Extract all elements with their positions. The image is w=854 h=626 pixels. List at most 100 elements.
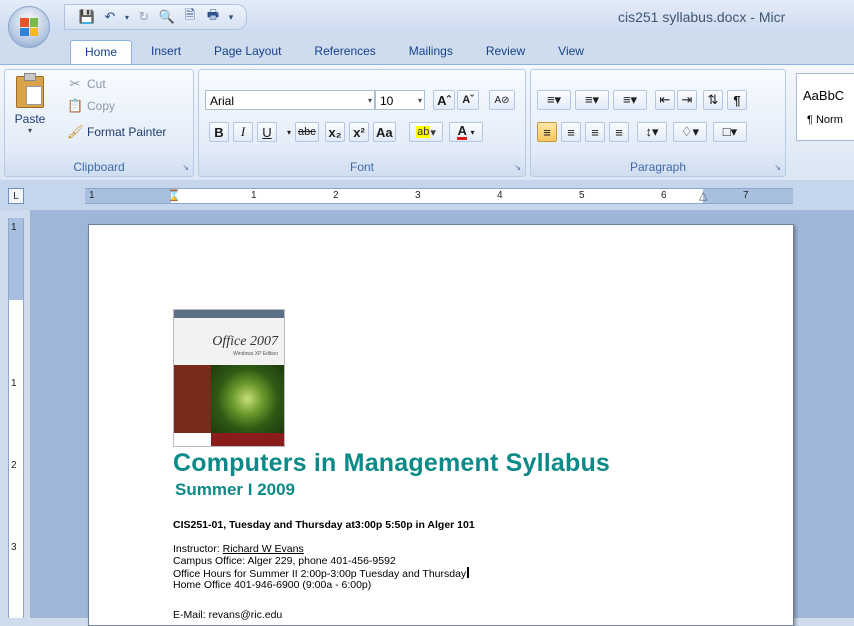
- decrease-indent-icon[interactable]: ⇤: [655, 90, 675, 110]
- paste-dropdown-icon[interactable]: ▾: [11, 126, 49, 135]
- clipboard-launcher-icon[interactable]: ↘: [182, 163, 189, 172]
- office-logo-icon: [20, 18, 38, 36]
- cut-label: Cut: [87, 77, 106, 91]
- align-left-icon[interactable]: ≡: [537, 122, 557, 142]
- shading-icon[interactable]: ♢▾: [673, 122, 707, 142]
- tab-view[interactable]: View: [544, 40, 598, 64]
- redo-icon[interactable]: ↻: [134, 7, 154, 27]
- tab-review[interactable]: Review: [472, 40, 539, 64]
- strikethrough-icon[interactable]: abc: [295, 122, 319, 142]
- format-painter-button[interactable]: 🖌 Format Painter: [67, 124, 166, 140]
- tab-home[interactable]: Home: [70, 40, 133, 65]
- clipboard-group-label: Clipboard: [73, 160, 125, 174]
- font-size-combo[interactable]: 10 ▾: [375, 90, 425, 110]
- font-name-value: Arial: [210, 94, 235, 108]
- change-case-icon[interactable]: Aa: [373, 122, 396, 142]
- font-size-dropdown-icon[interactable]: ▾: [418, 91, 422, 111]
- highlight-color-icon[interactable]: ab ▾: [409, 122, 443, 142]
- ruler-left-margin: [85, 189, 171, 203]
- print-preview-icon[interactable]: 🔍: [157, 7, 177, 27]
- scissors-icon: ✂: [69, 76, 81, 91]
- ruler-number: 3: [415, 190, 421, 201]
- bold-icon[interactable]: B: [209, 122, 229, 142]
- clear-formatting-icon[interactable]: A⊘: [489, 90, 515, 110]
- copy-icon: 📋: [67, 98, 84, 113]
- tab-insert[interactable]: Insert: [137, 40, 195, 64]
- horizontal-ruler[interactable]: 1 ⌛ 1 2 3 4 5 6 △ 7: [85, 188, 793, 204]
- font-color-icon[interactable]: A ▾: [449, 122, 483, 142]
- tab-references[interactable]: References: [300, 40, 389, 64]
- ruler-number: 5: [579, 190, 585, 201]
- document-page[interactable]: Office 2007 Windows XP Edition Computers…: [88, 224, 794, 626]
- office-button[interactable]: [8, 6, 50, 48]
- multilevel-list-icon[interactable]: ≡▾: [613, 90, 647, 110]
- font-group: Arial ▾ 10 ▾ Aˆ Aˇ A⊘ B I U ▾ abc x₂ x² …: [198, 69, 526, 177]
- italic-icon[interactable]: I: [233, 122, 253, 142]
- format-painter-label: Format Painter: [87, 125, 167, 139]
- style-normal-name: ¶ Norm: [807, 114, 843, 126]
- paragraph-group: ≡▾ ≡▾ ≡▾ ⇤ ⇥ ⇅ ¶ ≡ ≡ ≡ ≡ ↕▾ ♢▾ □▾ Paragr…: [530, 69, 786, 177]
- ruler-number: 6: [661, 190, 667, 201]
- justify-icon[interactable]: ≡: [609, 122, 629, 142]
- customize-toolbar-icon[interactable]: ▾: [226, 7, 236, 27]
- sort-icon[interactable]: ⇅: [703, 90, 723, 110]
- ruler-number: 1: [251, 190, 257, 201]
- paste-icon: [16, 73, 44, 108]
- window-title: cis251 syllabus.docx - Micr: [618, 9, 786, 25]
- campus-office-line: Campus Office: Alger 229, phone 401-456-…: [173, 555, 396, 567]
- font-group-label: Font: [349, 160, 374, 174]
- course-line: CIS251-01, Tuesday and Thursday at3:00p …: [173, 519, 475, 531]
- grow-font-icon[interactable]: Aˆ: [433, 90, 455, 110]
- style-normal-sample: AaBbC: [803, 88, 845, 103]
- undo-icon[interactable]: ↶: [100, 7, 120, 27]
- tab-page-layout[interactable]: Page Layout: [200, 40, 295, 64]
- align-right-icon[interactable]: ≡: [585, 122, 605, 142]
- right-indent-marker-icon[interactable]: △: [699, 189, 707, 203]
- superscript-icon[interactable]: x²: [349, 122, 369, 142]
- subscript-icon[interactable]: x₂: [325, 122, 345, 142]
- email-line: E-Mail: revans@ric.edu: [173, 609, 283, 621]
- ruler-number: 2: [333, 190, 339, 201]
- increase-indent-icon[interactable]: ⇥: [677, 90, 697, 110]
- cut-button[interactable]: ✂ Cut: [67, 76, 106, 92]
- save-icon[interactable]: 💾: [77, 7, 97, 27]
- ribbon: Paste ▾ ✂ Cut 📋 Copy 🖌 Format Painter Cl…: [0, 64, 854, 182]
- ruler-number: 1: [89, 190, 95, 201]
- vertical-ruler-number: 3: [11, 542, 17, 553]
- underline-icon[interactable]: U: [257, 122, 277, 142]
- line-spacing-icon[interactable]: ↕▾: [637, 122, 667, 142]
- cover-subtitle: Windows XP Edition: [233, 351, 278, 357]
- quick-print-icon[interactable]: 🖶: [203, 7, 223, 27]
- numbering-icon[interactable]: ≡▾: [575, 90, 609, 110]
- vertical-ruler-number: 2: [11, 460, 17, 471]
- borders-icon[interactable]: □▾: [713, 122, 747, 142]
- title-bar: 💾 ↶ ▾ ↻ 🔍 🗎 🖶 ▾ cis251 syllabus.docx - M…: [0, 0, 854, 48]
- tab-mailings[interactable]: Mailings: [395, 40, 467, 64]
- shrink-font-icon[interactable]: Aˇ: [457, 90, 479, 110]
- show-hide-pilcrow-icon[interactable]: ¶: [727, 90, 747, 110]
- new-document-icon[interactable]: 🗎: [180, 7, 200, 27]
- ruler-number: 4: [497, 190, 503, 201]
- paste-button[interactable]: Paste ▾: [11, 73, 49, 135]
- ribbon-tabs: Home Insert Page Layout References Maili…: [70, 40, 603, 65]
- styles-gallery[interactable]: AaBbC ¶ Norm: [796, 73, 854, 141]
- paragraph-launcher-icon[interactable]: ↘: [774, 163, 781, 172]
- syllabus-subheading: Summer I 2009: [175, 480, 296, 499]
- undo-dropdown-icon[interactable]: ▾: [123, 7, 131, 27]
- align-center-icon[interactable]: ≡: [561, 122, 581, 142]
- cover-red-panel: [174, 365, 211, 433]
- font-launcher-icon[interactable]: ↘: [514, 163, 521, 172]
- copy-button[interactable]: 📋 Copy: [67, 98, 115, 114]
- book-cover-image[interactable]: Office 2007 Windows XP Edition: [173, 309, 285, 447]
- paragraph-group-label: Paragraph: [629, 160, 687, 174]
- vertical-ruler-number: 1: [11, 378, 17, 389]
- paintbrush-icon: 🖌: [67, 124, 84, 139]
- vertical-ruler[interactable]: 1 1 2 3: [8, 218, 24, 618]
- font-name-dropdown-icon[interactable]: ▾: [368, 91, 372, 111]
- left-indent-marker-icon[interactable]: ⌛: [167, 189, 181, 203]
- cover-title: Office 2007: [212, 334, 278, 349]
- tab-stop-selector[interactable]: L: [8, 188, 24, 204]
- bullets-icon[interactable]: ≡▾: [537, 90, 571, 110]
- font-name-combo[interactable]: Arial ▾: [205, 90, 375, 110]
- ruler-row: L 1 ⌛ 1 2 3 4 5 6 △ 7: [0, 180, 854, 210]
